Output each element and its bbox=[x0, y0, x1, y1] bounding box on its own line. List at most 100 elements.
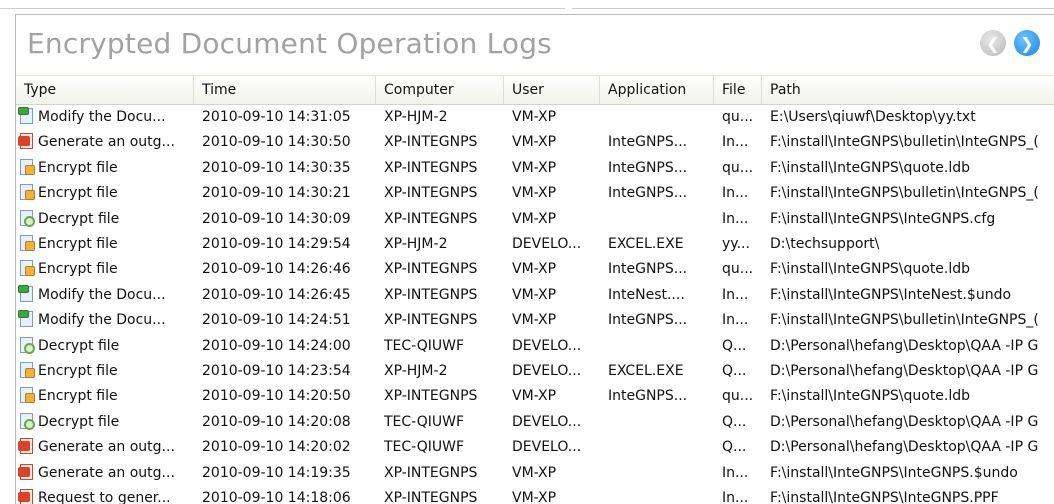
type-label: Generate an outg... bbox=[38, 134, 175, 151]
computer-cell: XP-INTEGNPS bbox=[384, 134, 478, 151]
column-header-computer[interactable]: Computer bbox=[376, 76, 504, 104]
forward-arrow-icon[interactable]: ❯ bbox=[1014, 30, 1040, 56]
path-cell: F:\install\InteGNPS\quote.ldb bbox=[770, 388, 971, 405]
type-label: Encrypt file bbox=[38, 261, 118, 278]
type-label: Encrypt file bbox=[38, 159, 118, 176]
table-row[interactable]: Modify the Docu... 2010-09-10 14:31:05 XP-… bbox=[16, 105, 1054, 130]
computer-cell: XP-INTEGNPS bbox=[384, 210, 478, 227]
table-row[interactable]: Encrypt file 2010-09-10 14:26:46 XP-INTEGN… bbox=[16, 257, 1054, 282]
computer-cell: XP-INTEGNPS bbox=[384, 464, 478, 481]
decrypt-icon bbox=[18, 209, 36, 227]
computer-cell: XP-HJM-2 bbox=[384, 109, 448, 125]
file-cell: qu... bbox=[722, 109, 754, 125]
application-cell: InteGNPS... bbox=[608, 159, 688, 176]
path-cell: F:\install\InteGNPS\InteGNPS.cfg bbox=[770, 210, 996, 227]
table-row[interactable]: Encrypt file 2010-09-10 14:30:21 XP-INTEGN… bbox=[16, 181, 1054, 206]
time-cell: 2010-09-10 14:19:35 bbox=[202, 464, 351, 481]
column-header-type[interactable]: Type bbox=[16, 76, 194, 104]
table-row[interactable]: Encrypt file 2010-09-10 14:30:35 XP-INTEGN… bbox=[16, 156, 1054, 181]
application-cell: InteGNPS... bbox=[608, 312, 688, 329]
table-row[interactable]: Generate an outg... 2010-09-10 14:30:50 XP… bbox=[16, 130, 1054, 155]
table-row[interactable]: Modify the Docu... 2010-09-10 14:24:51 XP-… bbox=[16, 308, 1054, 333]
time-cell: 2010-09-10 14:18:06 bbox=[202, 490, 351, 504]
type-label: Decrypt file bbox=[38, 210, 120, 227]
application-cell bbox=[600, 410, 714, 435]
column-header-time[interactable]: Time bbox=[194, 76, 376, 104]
log-panel: Encrypted Document Operation Logs ❮ ❯ Ty… bbox=[15, 14, 1054, 504]
column-header-user[interactable]: User bbox=[504, 76, 600, 104]
computer-cell: TEC-QIUWF bbox=[384, 439, 465, 456]
user-cell: VM-XP bbox=[512, 185, 557, 202]
user-cell: DEVELO... bbox=[512, 337, 582, 354]
type-label: Decrypt file bbox=[38, 413, 120, 430]
encrypt-icon bbox=[18, 158, 36, 176]
back-arrow-icon[interactable]: ❮ bbox=[980, 30, 1006, 56]
column-header-application[interactable]: Application bbox=[600, 76, 714, 104]
type-cell: Encrypt file bbox=[16, 257, 194, 282]
file-cell: Q... bbox=[722, 413, 747, 430]
application-cell: InteGNPS... bbox=[608, 388, 688, 405]
table-row[interactable]: Generate an outg... 2010-09-10 14:20:02 TE… bbox=[16, 435, 1054, 460]
encrypt-icon bbox=[18, 234, 36, 252]
table-row[interactable]: Decrypt file 2010-09-10 14:24:00 TEC-QIUWF… bbox=[16, 334, 1054, 359]
type-label: Modify the Docu... bbox=[38, 109, 166, 125]
table-row[interactable]: Modify the Docu... 2010-09-10 14:26:45 XP-… bbox=[16, 283, 1054, 308]
path-cell: F:\install\InteGNPS\InteNest.$undo bbox=[770, 286, 1012, 303]
generate-icon bbox=[18, 132, 36, 150]
table-row[interactable]: Request to gener... 2010-09-10 14:18:06 XP… bbox=[16, 486, 1054, 504]
time-cell: 2010-09-10 14:24:00 bbox=[202, 337, 351, 354]
file-cell: qu... bbox=[722, 159, 754, 176]
table-row[interactable]: Encrypt file 2010-09-10 14:29:54 XP-HJM-2 D… bbox=[16, 232, 1054, 257]
file-cell: Q... bbox=[722, 439, 747, 456]
user-cell: VM-XP bbox=[512, 464, 557, 481]
table-row[interactable]: Generate an outg... 2010-09-10 14:19:35 XP… bbox=[16, 461, 1054, 486]
decrypt-icon bbox=[18, 336, 36, 354]
file-cell: In... bbox=[722, 286, 749, 303]
time-cell: 2010-09-10 14:29:54 bbox=[202, 236, 351, 252]
file-cell: In... bbox=[722, 464, 749, 481]
time-cell: 2010-09-10 14:26:46 bbox=[202, 261, 351, 278]
encrypt-icon bbox=[18, 361, 36, 379]
path-cell: F:\install\InteGNPS\bulletin\InteGNPS_( bbox=[770, 312, 1039, 329]
user-cell: VM-XP bbox=[512, 261, 557, 278]
application-cell: InteGNPS... bbox=[608, 134, 688, 151]
computer-cell: XP-INTEGNPS bbox=[384, 261, 478, 278]
table-row[interactable]: Decrypt file 2010-09-10 14:30:09 XP-INTEGN… bbox=[16, 207, 1054, 232]
computer-cell: XP-INTEGNPS bbox=[384, 490, 478, 504]
application-cell bbox=[600, 334, 714, 359]
application-cell bbox=[600, 435, 714, 460]
column-header-file[interactable]: File bbox=[714, 76, 762, 104]
file-cell: Q... bbox=[722, 337, 747, 354]
user-cell: DEVELO... bbox=[512, 363, 582, 379]
encrypt-icon bbox=[18, 259, 36, 277]
type-cell: Decrypt file bbox=[16, 410, 194, 435]
table-row[interactable]: Decrypt file 2010-09-10 14:20:08 TEC-QIUWF… bbox=[16, 410, 1054, 435]
path-cell: F:\install\InteGNPS\InteGNPS.$undo bbox=[770, 464, 1018, 481]
application-cell: InteGNPS... bbox=[608, 185, 688, 202]
file-cell: In... bbox=[722, 490, 749, 504]
computer-cell: XP-HJM-2 bbox=[384, 236, 448, 252]
type-cell: Modify the Docu... bbox=[16, 283, 194, 308]
time-cell: 2010-09-10 14:20:02 bbox=[202, 439, 351, 456]
column-header-path[interactable]: Path bbox=[762, 76, 1054, 104]
user-cell: VM-XP bbox=[512, 388, 557, 405]
type-cell: Generate an outg... bbox=[16, 130, 194, 155]
time-cell: 2010-09-10 14:31:05 bbox=[202, 109, 351, 125]
modify-icon bbox=[18, 284, 36, 303]
type-cell: Modify the Docu... bbox=[16, 105, 194, 130]
user-cell: VM-XP bbox=[512, 210, 557, 227]
table-row[interactable]: Encrypt file 2010-09-10 14:23:54 XP-HJM-2 D… bbox=[16, 359, 1054, 384]
path-cell: D:\Personal\hefang\Desktop\QAA -IP G bbox=[770, 363, 1039, 379]
application-cell bbox=[600, 105, 714, 130]
file-cell: yy... bbox=[722, 236, 750, 252]
decrypt-icon bbox=[18, 412, 36, 430]
type-cell: Generate an outg... bbox=[16, 435, 194, 460]
modify-icon bbox=[18, 310, 36, 328]
type-cell: Decrypt file bbox=[16, 207, 194, 232]
computer-cell: XP-INTEGNPS bbox=[384, 312, 478, 329]
computer-cell: TEC-QIUWF bbox=[384, 337, 465, 354]
path-cell: F:\install\InteGNPS\bulletin\InteGNPS_( bbox=[770, 185, 1039, 202]
user-cell: VM-XP bbox=[512, 490, 557, 504]
application-cell: EXCEL.EXE bbox=[608, 236, 684, 252]
table-row[interactable]: Encrypt file 2010-09-10 14:20:50 XP-INTEGN… bbox=[16, 384, 1054, 409]
